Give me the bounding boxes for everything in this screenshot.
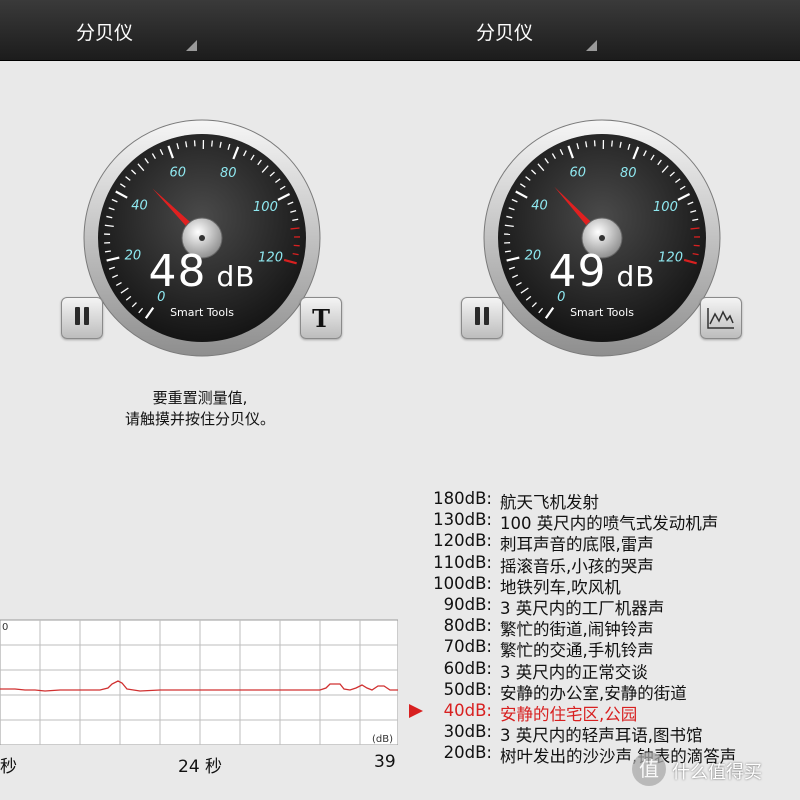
- hint-line-1: 要重置测量值,: [152, 389, 248, 407]
- pause-icon: [73, 307, 91, 329]
- menu-corner-icon[interactable]: [586, 40, 597, 51]
- reference-row: 100dB: 地铁列车,吹风机: [400, 573, 800, 597]
- gauge-scale-label: 40: [531, 198, 548, 213]
- gauge-hub-pin: [599, 235, 605, 241]
- reference-db: 20dB:: [443, 743, 492, 763]
- reference-db: 100dB:: [433, 573, 492, 593]
- app-title: 分贝仪: [476, 22, 534, 44]
- gauge-scale-label: 80: [220, 166, 237, 181]
- pause-button[interactable]: [461, 297, 503, 339]
- watermark-logo-icon: 值: [632, 752, 666, 786]
- gauge-hub-pin: [199, 235, 205, 241]
- db-unit: dB: [216, 260, 256, 293]
- x-label-start: 秒: [0, 757, 17, 777]
- app-title: 分贝仪: [76, 22, 134, 44]
- db-reading: 48 dB: [82, 246, 322, 297]
- reference-db: 30dB:: [443, 722, 492, 742]
- right-screen: 分贝仪 0 20 40 60 80 100 120 49 dB Smart Tools 180…: [400, 0, 800, 800]
- gauge-dial: 0204060 80100120: [83, 119, 321, 357]
- gauge-scale-label: 80: [620, 166, 637, 181]
- gauge-dial: 0204060 80100120: [483, 119, 721, 357]
- decibel-gauge[interactable]: 0 20 40 60 80 100 120 49 dB Smart Tools: [482, 118, 722, 358]
- gauge-scale-label: 60: [169, 165, 186, 180]
- reference-row: 80dB: 繁忙的街道,闹钟铃声: [400, 616, 800, 639]
- text-t-icon: T: [312, 303, 330, 333]
- reference-row: 110dB: 摇滚音乐,小孩的哭声: [400, 552, 800, 576]
- reference-row: 180dB: 航天飞机发射: [400, 489, 800, 512]
- title-bar: 分贝仪: [0, 0, 400, 61]
- reset-hint: 要重置测量值, 请触摸并按住分贝仪。: [0, 388, 400, 430]
- gauge-tick: [690, 227, 700, 230]
- gauge-tick: [290, 227, 300, 230]
- left-screen: 分贝仪 0 20 40 60 80 100 120 48 dB Smart Tools T 要…: [0, 0, 400, 800]
- reference-row: 120dB: 刺耳声音的底限,雷声: [400, 531, 800, 554]
- gauge-scale-label: 100: [253, 200, 278, 215]
- graph-unit-label: (dB): [372, 734, 393, 745]
- db-value: 49: [548, 246, 607, 297]
- reference-row-current: 40dB: 安静的住宅区,公园: [400, 701, 800, 724]
- graph-x-axis: 秒 24 秒 39: [0, 752, 400, 777]
- reference-db: 130dB:: [433, 510, 492, 530]
- history-graph: 0 (dB): [0, 619, 398, 745]
- hint-line-2: 请触摸并按住分贝仪。: [124, 410, 275, 428]
- gauge-tick: [611, 140, 613, 147]
- reference-db: 110dB:: [433, 552, 492, 572]
- decibel-gauge[interactable]: 0 20 40 60 80 100 120 48 dB Smart Tools: [82, 118, 322, 358]
- db-reading: 49 dB: [482, 246, 722, 297]
- gauge-tick: [211, 140, 213, 147]
- reference-row: 50dB: 安静的办公室,安静的街道: [400, 679, 800, 703]
- db-unit: dB: [616, 260, 656, 293]
- reference-db: 90dB:: [443, 595, 492, 614]
- current-level-arrow-icon: [409, 704, 423, 718]
- reference-row: 130dB: 100 英尺内的喷气式发动机声: [400, 510, 800, 533]
- text-mode-button[interactable]: T: [300, 297, 342, 339]
- reference-db: 180dB:: [433, 489, 492, 508]
- db-value: 48: [148, 246, 207, 297]
- line-chart-icon: [707, 308, 734, 329]
- graph-y-top-label: 0: [2, 622, 8, 633]
- brand-label: Smart Tools: [570, 306, 634, 319]
- reference-db: 70dB:: [443, 637, 492, 657]
- reference-db: 120dB:: [433, 531, 492, 551]
- x-label-end: 39: [374, 752, 396, 772]
- pause-icon: [473, 307, 491, 329]
- reference-db: 60dB:: [443, 658, 492, 678]
- brand-label: Smart Tools: [170, 306, 234, 319]
- pause-button[interactable]: [61, 297, 103, 339]
- reference-row: 90dB: 3 英尺内的工厂机器声: [400, 595, 800, 618]
- graph-mode-button[interactable]: [700, 297, 742, 339]
- menu-corner-icon[interactable]: [186, 40, 197, 51]
- reference-row: 30dB: 3 英尺内的轻声耳语,图书馆: [400, 722, 800, 745]
- reference-db: 80dB:: [443, 616, 492, 636]
- watermark-text: 什么值得买: [672, 762, 762, 783]
- reference-row: 70dB: 繁忙的交通,手机铃声: [400, 637, 800, 660]
- gauge-scale-label: 40: [131, 198, 148, 213]
- x-label-mid: 24 秒: [178, 757, 223, 777]
- reference-db: 50dB:: [443, 679, 492, 699]
- reference-row: 60dB: 3 英尺内的正常交谈: [400, 658, 800, 682]
- title-bar: 分贝仪: [400, 0, 800, 61]
- reference-db: 40dB:: [443, 701, 492, 720]
- gauge-scale-label: 60: [569, 165, 586, 180]
- gauge-scale-label: 100: [653, 200, 678, 215]
- watermark: 值 什么值得买: [632, 752, 792, 792]
